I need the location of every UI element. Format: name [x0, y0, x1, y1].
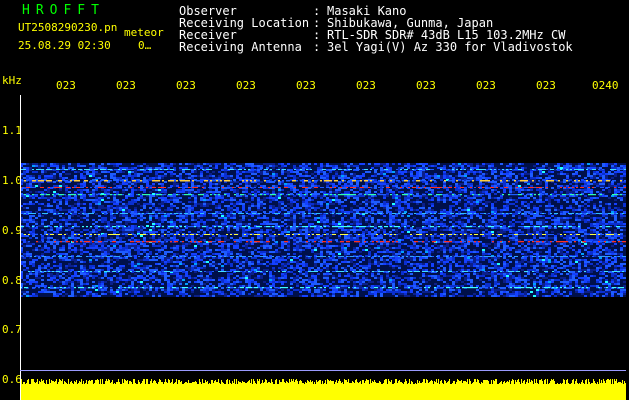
x-tick-label: 023: [416, 79, 436, 92]
y-tick-label: 0.6: [2, 373, 22, 386]
x-tick-label: 023: [236, 79, 256, 92]
baseline-line: [20, 370, 626, 371]
filename-suffix: meteor: [124, 26, 164, 39]
datetime-label: 25.08.29 02:30: [18, 39, 111, 52]
x-tick-label: 023: [296, 79, 316, 92]
x-tick-label: 023: [116, 79, 136, 92]
y-tick-label: 0.8: [2, 274, 22, 287]
x-tick-label: 023: [56, 79, 76, 92]
y-axis-line: [20, 95, 21, 400]
x-tick-label: 023: [476, 79, 496, 92]
y-tick-label: 0.7: [2, 323, 22, 336]
info-label-antenna: Receiving Antenna: [179, 40, 302, 54]
x-tick-label: 023: [356, 79, 376, 92]
y-tick-label: 0.9: [2, 224, 22, 237]
echo-band: [20, 163, 626, 297]
info-colon: :: [313, 40, 321, 54]
x-tick-label: 0240: [592, 79, 619, 92]
y-tick-label: 1.0: [2, 174, 22, 187]
spectrogram-plot: [20, 95, 626, 400]
x-tick-label: 023: [536, 79, 556, 92]
brand-title: HROFFT: [22, 3, 105, 18]
y-tick-label: 1.1: [2, 124, 22, 137]
filename-label: UT2508290230.pn: [18, 21, 118, 34]
x-tick-label: 023: [176, 79, 196, 92]
counter-label: 0…: [138, 39, 152, 52]
y-axis-unit: kHz: [2, 74, 22, 87]
info-value-antenna: 3el Yagi(V) Az 330 for Vladivostok: [327, 40, 573, 54]
